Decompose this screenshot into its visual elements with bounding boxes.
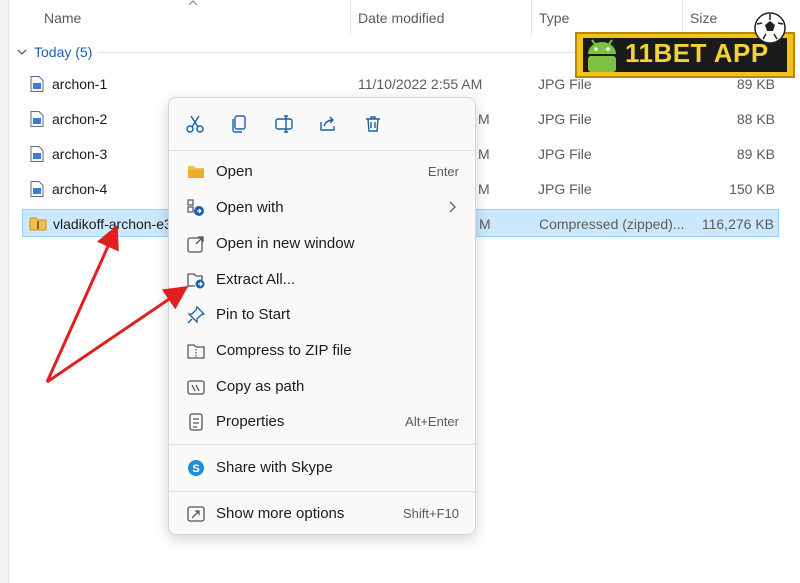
- menu-item-shortcut: Alt+Enter: [405, 414, 459, 429]
- file-size: 89 KB: [736, 76, 775, 92]
- file-name: archon-1: [52, 76, 108, 92]
- file-date-fragment: M: [478, 111, 490, 127]
- file-type: JPG File: [538, 111, 592, 127]
- menu-item-label: Open: [216, 163, 253, 180]
- chevron-down-icon: [17, 49, 27, 55]
- menu-item-open-with[interactable]: Open with: [169, 191, 475, 225]
- sort-ascending-icon: [188, 0, 198, 6]
- file-size: 89 KB: [736, 146, 775, 162]
- file-date-fragment: M: [478, 181, 490, 197]
- svg-text:S: S: [192, 463, 199, 475]
- rename-icon: [275, 115, 293, 133]
- navigation-pane-edge: [0, 0, 9, 583]
- jpg-file-icon: [30, 146, 44, 162]
- file-date-fragment: M: [479, 216, 491, 232]
- delete-icon: [366, 116, 380, 132]
- file-date-fragment: M: [478, 146, 490, 162]
- properties-icon: [189, 413, 203, 431]
- jpg-file-icon: [30, 111, 44, 127]
- menu-item-label: Properties: [216, 413, 285, 430]
- folder-icon: [188, 166, 204, 178]
- share-icon: [320, 116, 335, 131]
- share-button[interactable]: [312, 110, 344, 138]
- column-divider[interactable]: [350, 0, 351, 36]
- menu-item-share-with-skype[interactable]: S Share with Skype: [169, 451, 475, 485]
- menu-item-label: Compress to ZIP file: [216, 342, 352, 359]
- file-size: 150 KB: [729, 181, 775, 197]
- pin-icon: [187, 306, 205, 324]
- file-date: 11/10/2022 2:55 AM: [358, 76, 483, 92]
- android-icon: [588, 39, 616, 72]
- menu-item-copy-as-path[interactable]: Copy as path: [169, 370, 475, 404]
- menu-item-label: Show more options: [216, 505, 345, 522]
- menu-item-label: Pin to Start: [216, 306, 291, 323]
- file-size: 88 KB: [736, 111, 775, 127]
- jpg-file-icon: [30, 76, 44, 92]
- soccer-ball-icon: [754, 12, 786, 44]
- cut-icon: [186, 115, 204, 133]
- copy-button[interactable]: [223, 110, 255, 138]
- menu-item-label: Copy as path: [216, 378, 305, 395]
- rename-button[interactable]: [268, 110, 300, 138]
- extract-icon: [187, 273, 205, 289]
- skype-icon: S: [188, 460, 204, 476]
- context-menu: Open Enter Open with Open in new window …: [168, 97, 476, 535]
- menu-item-label: Open in new window: [216, 235, 355, 252]
- file-name: archon-2: [52, 111, 108, 127]
- menu-item-label: Open with: [216, 199, 284, 216]
- file-type: Compressed (zipped)...: [539, 216, 685, 232]
- column-header-name[interactable]: Name: [44, 10, 81, 26]
- menu-item-label: Share with Skype: [216, 459, 333, 476]
- copy-path-icon: [187, 380, 205, 395]
- menu-item-show-more-options[interactable]: Show more options Shift+F10: [169, 497, 475, 531]
- open-with-icon: [187, 199, 204, 216]
- menu-item-compress-to-zip[interactable]: Compress to ZIP file: [169, 334, 475, 368]
- column-header-size[interactable]: Size: [690, 10, 717, 26]
- file-type: JPG File: [538, 76, 592, 92]
- delete-button[interactable]: [357, 110, 389, 138]
- cut-button[interactable]: [179, 110, 211, 138]
- menu-divider: [169, 444, 475, 445]
- menu-item-properties[interactable]: Properties Alt+Enter: [169, 405, 475, 439]
- arrow-to-zip-file: [45, 224, 119, 383]
- column-header-date-modified[interactable]: Date modified: [358, 10, 444, 26]
- copy-icon: [232, 115, 246, 133]
- menu-item-extract-all[interactable]: Extract All...: [169, 263, 475, 297]
- file-name: vladikoff-archon-e3: [53, 216, 172, 232]
- menu-divider: [169, 491, 475, 492]
- logo-text: 11BET APP: [625, 38, 769, 68]
- column-divider[interactable]: [531, 0, 532, 36]
- file-name: archon-3: [52, 146, 108, 162]
- group-header-label: Today (5): [34, 44, 93, 60]
- file-type: JPG File: [538, 181, 592, 197]
- menu-item-open[interactable]: Open Enter: [169, 155, 475, 189]
- menu-item-shortcut: Shift+F10: [402, 506, 459, 521]
- group-header-today[interactable]: Today (5): [16, 44, 92, 60]
- menu-divider: [169, 150, 475, 151]
- menu-item-label: Extract All...: [216, 271, 296, 288]
- file-size: 116,276 KB: [701, 216, 774, 232]
- file-name: archon-4: [52, 181, 108, 197]
- more-options-icon: [187, 506, 205, 522]
- new-window-icon: [187, 236, 204, 253]
- zip-folder-icon: [29, 217, 47, 231]
- menu-item-shortcut: Enter: [427, 164, 459, 179]
- menu-item-open-in-new-window[interactable]: Open in new window: [169, 227, 475, 261]
- file-type: JPG File: [538, 146, 592, 162]
- column-divider[interactable]: [682, 0, 683, 36]
- jpg-file-icon: [30, 181, 44, 197]
- column-header-bar: Name Date modified Type Size: [0, 0, 800, 36]
- column-header-type[interactable]: Type: [539, 10, 569, 26]
- chevron-right-icon: [449, 201, 456, 213]
- arrow-to-extract-all: [46, 285, 189, 384]
- zip-icon: [187, 344, 205, 359]
- menu-item-pin-to-start[interactable]: Pin to Start: [169, 298, 475, 332]
